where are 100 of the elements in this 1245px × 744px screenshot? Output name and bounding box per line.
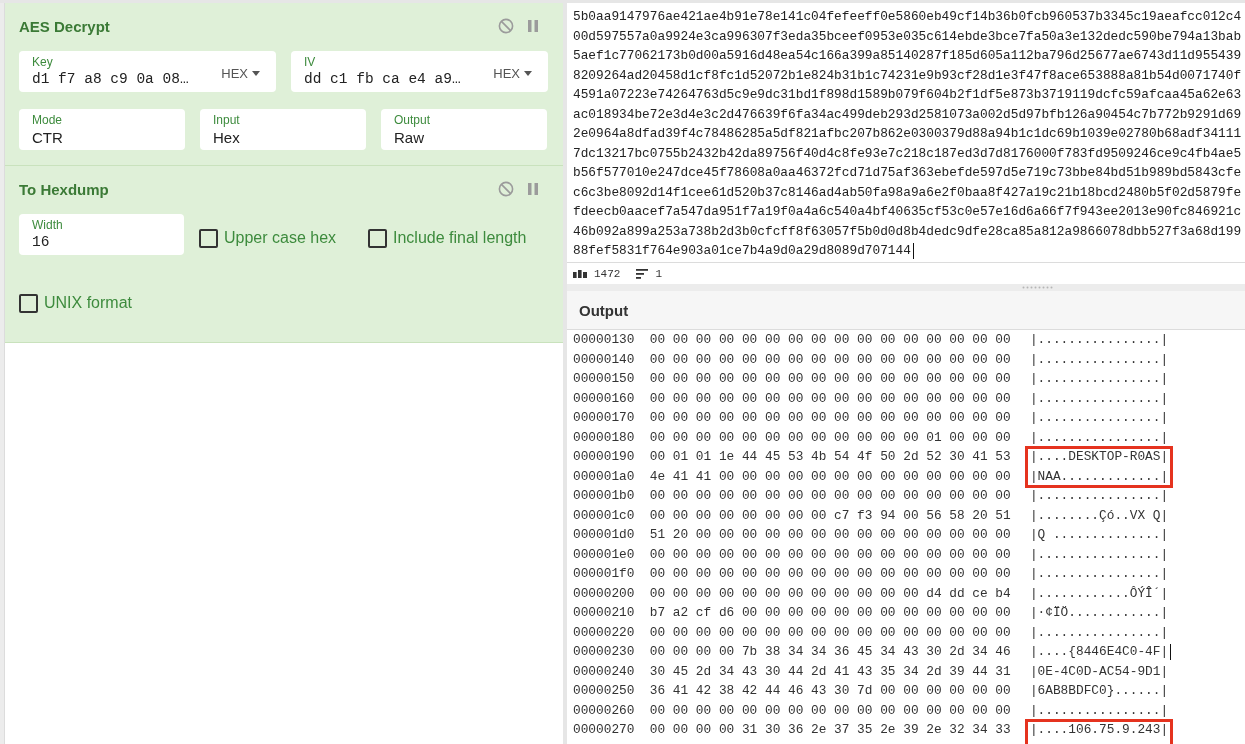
- hex-bytes: b7 a2 cf d6 00 00 00 00 00 00 00 00 00 00 00 00: [649, 604, 1011, 622]
- hex-ascii: |................|: [1029, 370, 1169, 388]
- input-text: 88fef5831f764e903a01ce7b4a9d0a29d8089d707144: [573, 242, 911, 260]
- hex-bytes: 00 00 00 00 7b 38 34 34 36 45 34 43 30 2d 34 46: [649, 643, 1011, 661]
- hex-bytes: 00 00 00 00 00 00 00 00 c7 f3 94 00 56 58 20 51: [649, 506, 1011, 525]
- number-field[interactable]: Width 16: [19, 214, 184, 255]
- field-value: dd c1 fb ca e4 a9…: [304, 70, 462, 89]
- disable-icon[interactable]: [498, 18, 514, 34]
- input-text: 46b092a899a253a738b2d3b0cfcff8f63057f5b0d0d8b4dedc9dfe28ca85a812a9866078dbb527f3a68d199: [573, 222, 1242, 241]
- hex-ascii: |................|: [1029, 428, 1169, 447]
- line-count: 1: [655, 267, 662, 280]
- hex-ascii: |................|: [1029, 545, 1169, 564]
- hex-ascii: |................|: [1029, 623, 1169, 642]
- input-text: 4591a07223e74264763d5c9e9dc31bd1f898d1589b079f604b2f1df5e873b3719119dcfc59afcaa45a62e63: [573, 86, 1242, 104]
- hex-offset: 00000200: [573, 584, 635, 603]
- field-value: d1 f7 a8 c9 0a 08…: [32, 70, 190, 89]
- hex-bytes: 00 00 00 00 31 30 36 2e 37 35 2e 39 2e 32 34 33: [649, 721, 1011, 739]
- hex-offset: 000001b0: [573, 487, 635, 505]
- hex-bytes: 00 00 00 00 00 00 00 00 00 00 00 00 00 00 00 00: [649, 409, 1011, 427]
- hex-bytes: 00 00 00 00 00 00 00 00 00 00 00 00 00 00 00 00: [649, 701, 1011, 720]
- hex-ascii: |................|: [1029, 487, 1169, 505]
- input-text: 5b0aa9147976ae421ae4b91e78e141c04fefeeff0e5860eb49cf14b36b0fcb960537b3345c19aeafcc012c4: [573, 8, 1242, 26]
- hex-bytes: 00 00 00 00 00 00 00 00 00 00 00 00 00 00 00 00: [649, 565, 1011, 583]
- field-label: Input: [213, 113, 241, 127]
- checkbox-label[interactable]: Upper case hex: [224, 229, 337, 247]
- hex-ascii: |....{8446E4C0-4F|: [1029, 643, 1169, 661]
- hex-bytes: 00 00 00 00 00 00 00 00 00 00 00 00 d4 dd ce b4: [649, 584, 1011, 603]
- checkbox-label[interactable]: Include final length: [393, 229, 527, 247]
- bars-icon: [573, 269, 587, 278]
- input-text: 7dc13217bc0755b2432b42da89756f40d4c8fe93e7c218c187ed3d7d8176000f783fd9509246ce9c4fb4ae5: [573, 144, 1242, 163]
- select-field[interactable]: Input Hex: [200, 109, 366, 150]
- hex-bytes: 00 00 00 00 00 00 00 00 00 00 00 00 00 00 00 00: [649, 331, 1011, 349]
- hex-offset: 00000220: [573, 623, 635, 642]
- hex-offset: 00000170: [573, 409, 635, 427]
- input-text: 2e0964a8dfad39f4c78486285a5df821afbc207b862e0300379d88a94b1c1dc69b1039e02780b68adf34111: [573, 125, 1242, 143]
- hex-offset: 00000160: [573, 389, 635, 408]
- select-field[interactable]: Output Raw: [381, 109, 547, 150]
- operation-title: AES Decrypt: [19, 17, 111, 35]
- checkbox[interactable]: [19, 293, 38, 313]
- input-text: b56f577010e247dce45f78608a0aa46372fcd71d75af363ebefde597d5e719c73bbe84bd51b989bd5843cfe: [573, 164, 1242, 182]
- hex-ascii: |Q ..............|: [1029, 526, 1169, 544]
- hex-offset: 000001a0: [573, 467, 635, 486]
- input-text: 00d597557a0a9924e3ca996307f3eda35bceef0953e035c614ebde3bce7fa50a3e132dedc590be794a13bab: [573, 27, 1242, 46]
- caret-icon: [252, 71, 260, 76]
- hex-bytes: 00 00 00 00 00 00 00 00 00 00 00 00 00 00 00 00: [649, 350, 1011, 369]
- hex-ascii: |0E-4C0D-AC54-9D1|: [1029, 662, 1169, 681]
- hex-offset: 000001d0: [573, 526, 635, 544]
- hex-bytes: 00 00 00 00 00 00 00 00 00 00 00 00 00 00 00 00: [649, 487, 1011, 505]
- checkbox[interactable]: [368, 228, 387, 248]
- hex-ascii: |................|: [1029, 389, 1169, 408]
- checkbox-label[interactable]: UNIX format: [44, 294, 132, 312]
- hex-bytes: 00 00 00 00 00 00 00 00 00 00 00 00 00 00 00 00: [649, 545, 1011, 564]
- hex-bytes: 36 41 42 38 42 44 46 43 30 7d 00 00 00 00 00 00: [649, 682, 1011, 700]
- input-text: 8209264ad20458d1cf8fc1d52072b1e824b31b1c74231e9b93cf28d1e3f47f8ace653888a81b54d0071740f: [573, 66, 1242, 85]
- hex-offset: 00000180: [573, 428, 635, 447]
- hex-offset: 00000130: [573, 331, 635, 349]
- hex-offset: 00000270: [573, 721, 635, 739]
- hex-ascii: |....DESKTOP-R0AS|: [1029, 448, 1169, 466]
- hex-offset: 00000150: [573, 370, 635, 388]
- hex-ascii: |....106.75.9.243|: [1029, 721, 1169, 739]
- hex-bytes: 30 45 2d 34 43 30 44 2d 41 43 35 34 2d 39 44 31: [649, 662, 1011, 681]
- hex-bytes: 00 00 00 00 00 00 00 00 00 00 00 00 00 00 00 00: [649, 623, 1011, 642]
- output-title: Output: [579, 301, 629, 319]
- hex-bytes: 00 00 00 00 00 00 00 00 00 00 00 00 01 00 00 00: [649, 428, 1011, 447]
- text-input-field[interactable]: Key d1 f7 a8 c9 0a 08… HEX: [19, 51, 276, 92]
- field-label: IV: [304, 55, 317, 69]
- field-label: Output: [394, 113, 432, 127]
- field-label: Key: [32, 55, 54, 69]
- hex-ascii: |................|: [1029, 701, 1169, 720]
- input-text: fdeecb0aacef7a547da951f7a19f0a4a6c540a4bf40635cf53c0e57e16d6a66f7f943ee2013e90fc846921c: [573, 203, 1242, 221]
- field-value: CTR: [32, 128, 64, 148]
- hex-ascii: |................|: [1029, 409, 1169, 427]
- hex-ascii: |............ÔÝÎ´|: [1029, 584, 1169, 603]
- hex-ascii: |................|: [1029, 331, 1169, 349]
- caret-icon: [524, 71, 532, 76]
- format-dropdown[interactable]: HEX: [493, 66, 532, 81]
- pause-icon[interactable]: [528, 20, 538, 32]
- hex-bytes: 00 00 00 00 00 00 00 00 00 00 00 00 00 00 00 00: [649, 389, 1011, 408]
- lines-icon: [636, 268, 649, 279]
- hex-ascii: |........Çó..VX Q|: [1029, 506, 1169, 525]
- pause-icon[interactable]: [528, 183, 538, 195]
- field-value: Hex: [213, 128, 241, 148]
- field-value: Raw: [394, 128, 425, 148]
- hex-offset: 00000230: [573, 643, 635, 661]
- text-input-field[interactable]: IV dd c1 fb ca e4 a9… HEX: [291, 51, 548, 92]
- operation-title: To Hexdump: [19, 180, 110, 198]
- hex-offset: 00000240: [573, 662, 635, 681]
- format-dropdown[interactable]: HEX: [221, 66, 260, 81]
- hex-bytes: 00 00 00 00 00 00 00 00 00 00 00 00 00 00 00 00: [649, 370, 1011, 388]
- field-value: 16: [32, 233, 51, 252]
- hex-offset: 00000250: [573, 682, 635, 700]
- hex-ascii: |NAA.............|: [1029, 467, 1169, 486]
- disable-icon[interactable]: [498, 181, 514, 197]
- select-field[interactable]: Mode CTR: [19, 109, 185, 150]
- input-text: 5aef1c77062173b0d00a5916d48ea54c166a399a85140287f185d605a112ba796d25677ae6743d11d955439: [573, 47, 1242, 65]
- field-label: Mode: [32, 113, 64, 127]
- checkbox[interactable]: [199, 228, 218, 248]
- hex-offset: 00000140: [573, 350, 635, 369]
- hex-offset: 00000210: [573, 604, 635, 622]
- hex-bytes: 00 01 01 1e 44 45 53 4b 54 4f 50 2d 52 30 41 53: [649, 448, 1011, 466]
